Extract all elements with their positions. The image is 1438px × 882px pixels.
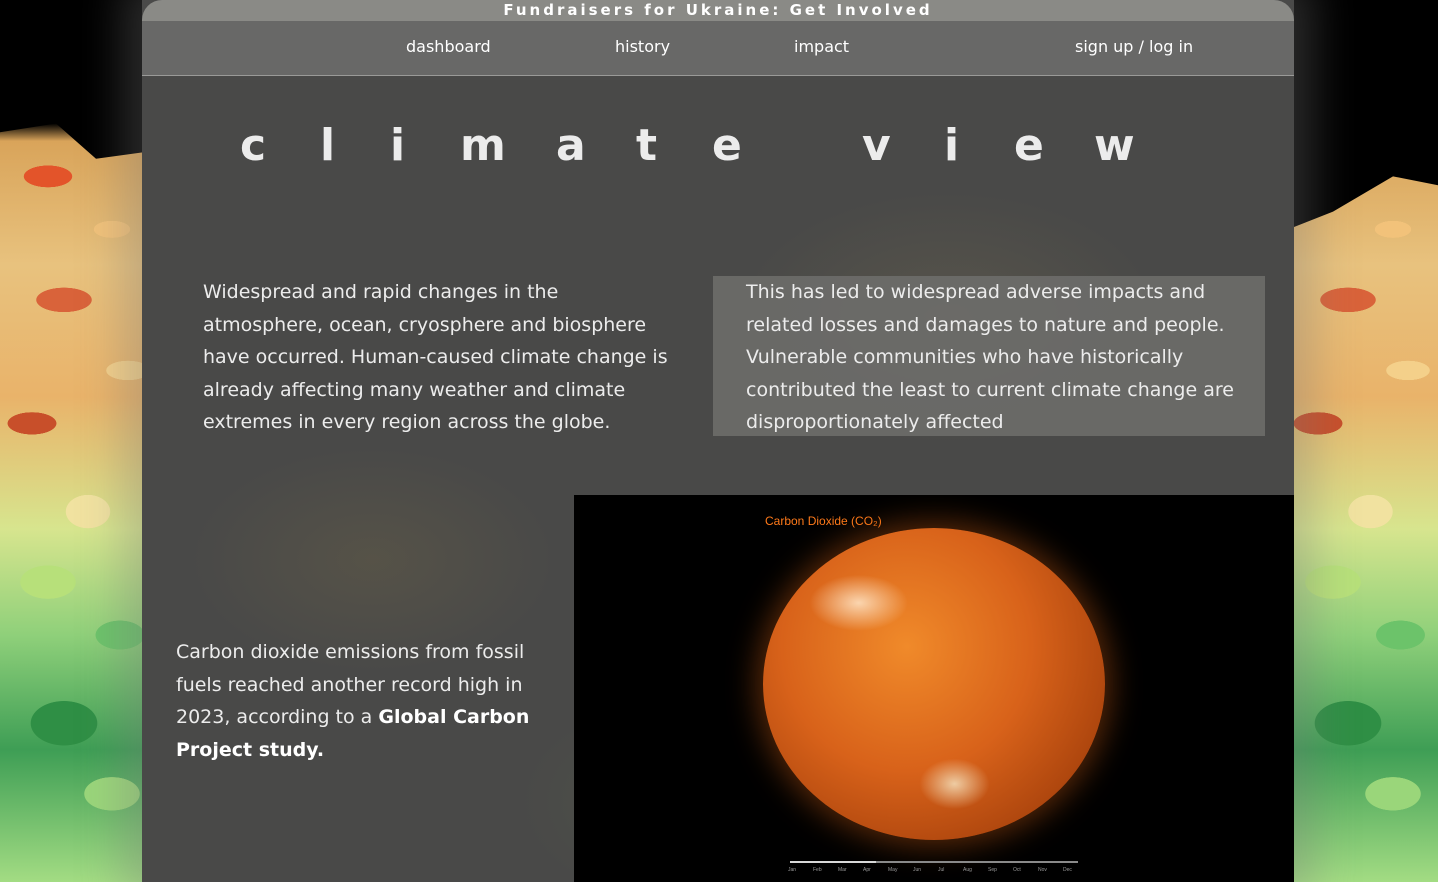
timeline-month-label: Dec xyxy=(1063,867,1072,873)
nav-history[interactable]: history xyxy=(615,37,670,56)
timeline-month-label: Mar xyxy=(838,867,847,873)
timeline-month-label: Jun xyxy=(913,867,922,873)
title-letter: e xyxy=(712,120,742,171)
intro-paragraph: Widespread and rapid changes in the atmo… xyxy=(203,281,668,433)
nav-sign-up-log-in[interactable]: sign up / log in xyxy=(1075,37,1193,56)
video-timeline[interactable] xyxy=(790,861,1078,863)
timeline-month-label: Sep xyxy=(988,867,997,873)
impact-paragraph: This has led to widespread adverse impac… xyxy=(746,281,1234,433)
nav-dashboard[interactable]: dashboard xyxy=(406,37,491,56)
timeline-progress xyxy=(790,861,877,863)
timeline-month-label: Feb xyxy=(813,867,822,873)
main-panel: Fundraisers for Ukraine: Get Involved da… xyxy=(142,0,1294,882)
nav-impact[interactable]: impact xyxy=(794,37,849,56)
announcement-banner: Fundraisers for Ukraine: Get Involved xyxy=(142,0,1294,21)
vegetation-map-image xyxy=(1288,176,1438,882)
title-letter: t xyxy=(636,120,658,171)
timeline-month-label: Nov xyxy=(1038,867,1047,873)
timeline-months: Jan Feb Mar Apr May Jun Jul Aug Sep Oct Nov Dec xyxy=(784,867,1084,877)
timeline-month-label: Jan xyxy=(788,867,797,873)
page-title: c l i m a t e v i e w xyxy=(142,120,1294,180)
video-caption: Carbon Dioxide (CO₂) xyxy=(765,514,882,528)
co2-globe-image xyxy=(763,528,1105,840)
page: Fundraisers for Ukraine: Get Involved da… xyxy=(0,0,1438,882)
navbar: dashboard history impact sign up / log i… xyxy=(142,21,1294,76)
title-letter: c xyxy=(240,120,267,171)
timeline-month-label: May xyxy=(888,867,898,873)
title-letter: l xyxy=(320,120,336,171)
title-letter: a xyxy=(556,120,586,171)
title-letter: v xyxy=(862,120,891,171)
right-vegetation-map-art xyxy=(1288,0,1438,882)
title-letter: i xyxy=(390,120,406,171)
title-letter: m xyxy=(460,120,506,171)
ukraine-fundraiser-link[interactable]: Fundraisers for Ukraine: Get Involved xyxy=(503,2,932,18)
timeline-month-label: Jul xyxy=(938,867,945,873)
title-letter: i xyxy=(944,120,960,171)
co2-paragraph: Carbon dioxide emissions from fossil fue… xyxy=(176,636,556,766)
impact-callout-box: This has led to widespread adverse impac… xyxy=(713,276,1265,436)
vegetation-map-image xyxy=(0,123,160,882)
title-letter: w xyxy=(1094,120,1135,171)
co2-globe-video[interactable]: Carbon Dioxide (CO₂) Jan Feb Mar Apr May Jun J… xyxy=(574,495,1294,882)
timeline-month-label: Aug xyxy=(963,867,972,873)
title-letter: e xyxy=(1014,120,1044,171)
timeline-month-label: Oct xyxy=(1013,867,1021,873)
left-vegetation-map-art xyxy=(0,0,160,882)
timeline-month-label: Apr xyxy=(863,867,871,873)
